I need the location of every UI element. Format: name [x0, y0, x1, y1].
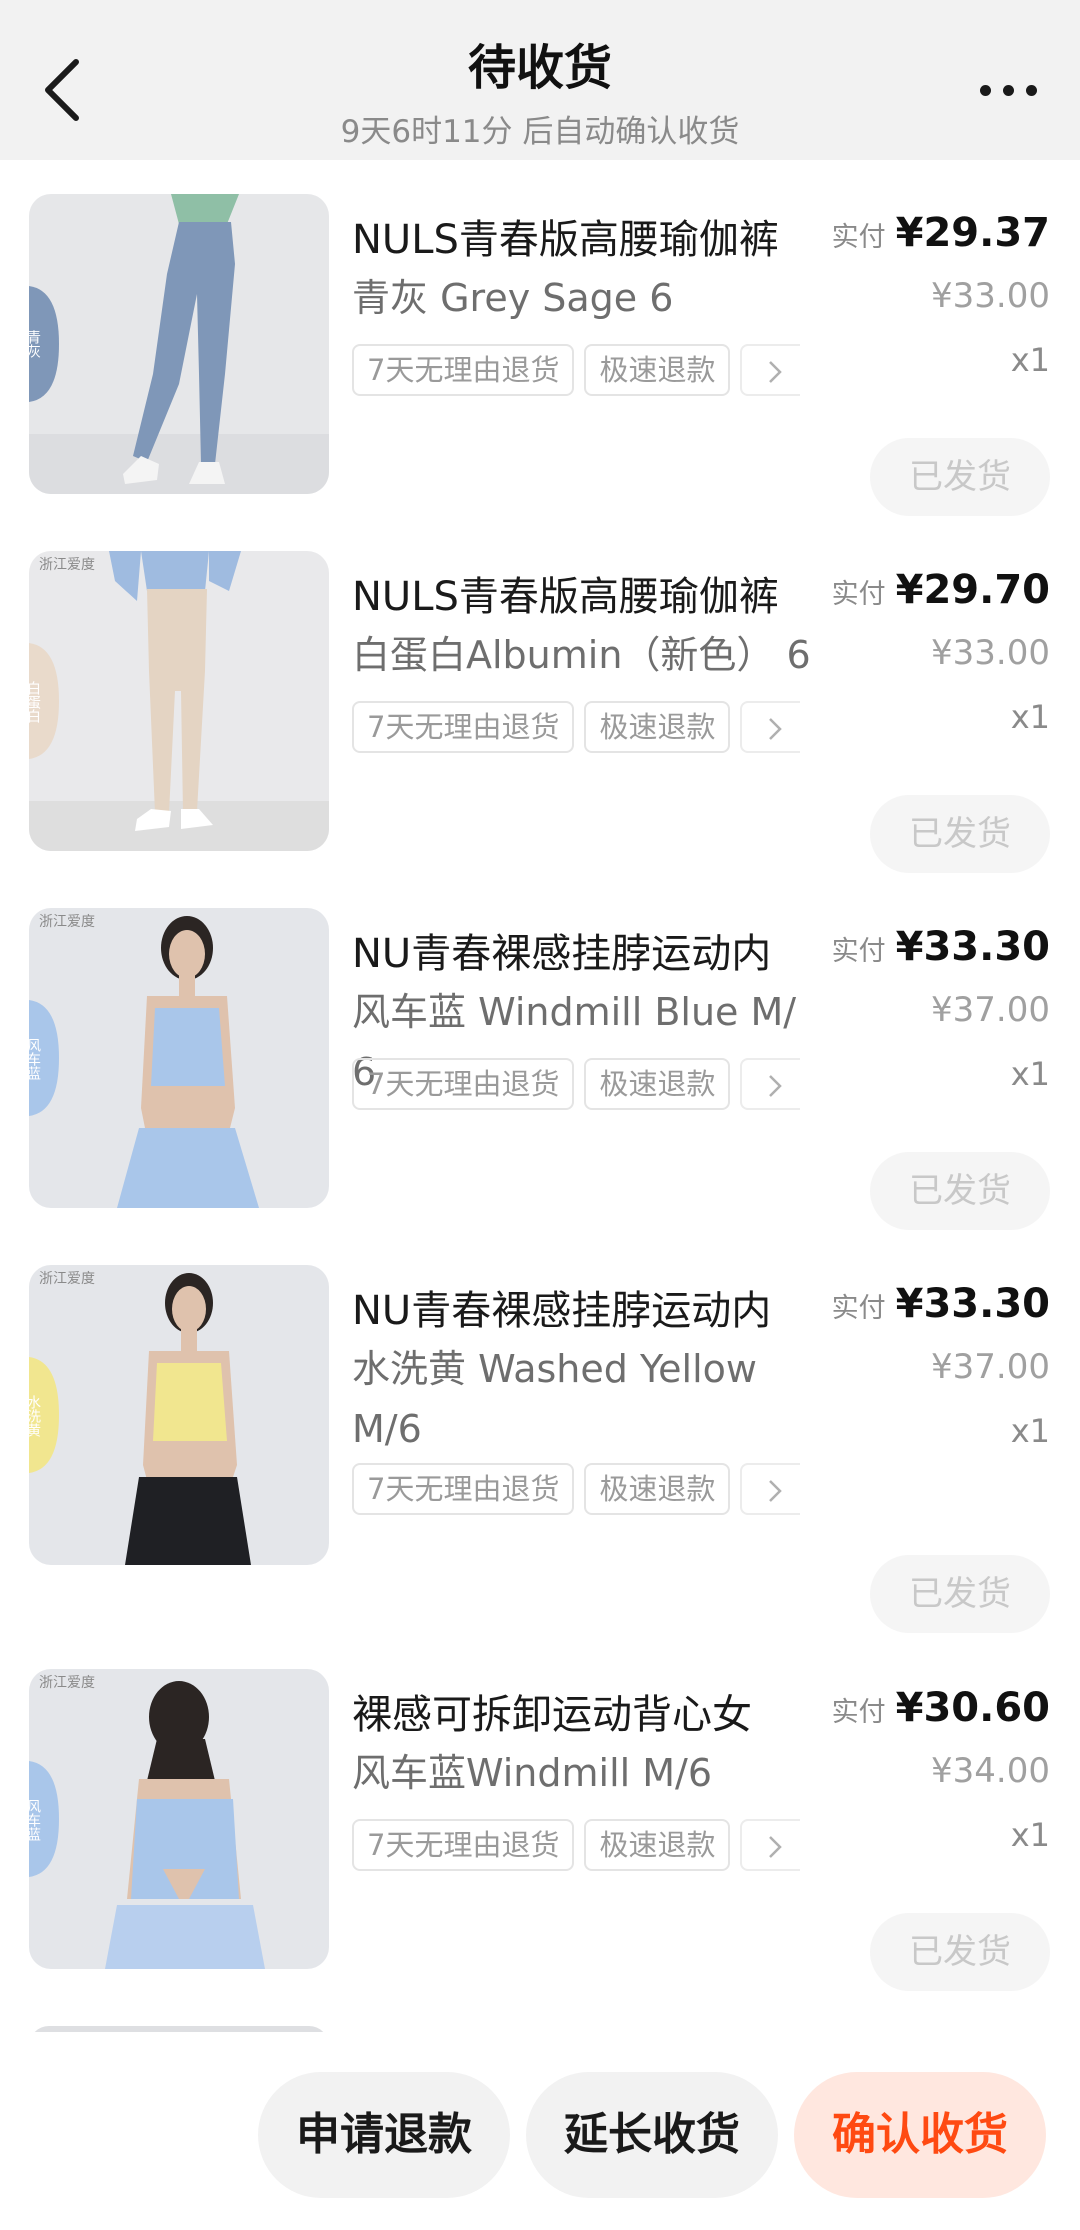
shipped-button[interactable]: 已发货	[870, 795, 1050, 873]
shipped-button[interactable]: 已发货	[870, 1913, 1050, 1991]
quantity: x1	[1010, 698, 1050, 736]
tags-more[interactable]	[740, 1463, 801, 1515]
product-variant: 白蛋白Albumin（新色） 6	[352, 633, 811, 677]
more-dot	[1002, 84, 1014, 96]
paid-price: ¥33.30	[895, 924, 1050, 970]
product-image[interactable]: 浙江爱度 白蛋白	[29, 551, 329, 851]
chevron-right-icon	[769, 1836, 783, 1858]
product-variant: 青灰 Grey Sage 6	[352, 276, 674, 320]
tag-return-policy[interactable]: 7天无理由退货	[352, 1058, 575, 1110]
tag-fast-refund[interactable]: 极速退款	[584, 701, 731, 753]
paid-label: 实付	[831, 1293, 886, 1324]
extend-receipt-button[interactable]: 延长收货	[526, 2072, 778, 2198]
service-tags[interactable]: 7天无理由退货 极速退款	[352, 1819, 814, 1871]
quantity: x1	[1010, 1055, 1050, 1093]
product-image[interactable]: 青灰	[29, 194, 329, 494]
original-price: ¥33.00	[931, 633, 1050, 673]
brand-mark: 浙江爱度	[39, 1675, 95, 1691]
product-image[interactable]: 浙江爱度 风车蓝	[29, 1669, 329, 1969]
shipped-button[interactable]: 已发货	[870, 1152, 1050, 1230]
price-row: 实付 ¥33.30	[832, 1281, 1050, 1341]
chevron-right-icon	[769, 361, 783, 383]
paid-price: ¥29.70	[895, 567, 1050, 613]
original-price: ¥37.00	[931, 1347, 1050, 1387]
product-image[interactable]: 浙江爱度 水洗黄	[29, 1265, 329, 1565]
quantity: x1	[1010, 1816, 1050, 1854]
brand-mark: 浙江爱度	[39, 914, 95, 930]
color-swatch-label: 青灰	[29, 330, 41, 358]
original-price: ¥33.00	[931, 276, 1050, 316]
product-title[interactable]: NULS青春版高腰瑜伽裤	[352, 210, 814, 270]
tag-return-policy[interactable]: 7天无理由退货	[352, 701, 575, 753]
price-row: 实付 ¥29.37	[832, 210, 1050, 270]
price-row: 实付 ¥33.30	[832, 924, 1050, 984]
shipped-button[interactable]: 已发货	[870, 1555, 1050, 1633]
service-tags[interactable]: 7天无理由退货 极速退款	[352, 701, 814, 753]
product-title[interactable]: NU青春裸感挂脖运动内	[352, 1281, 814, 1341]
tags-more[interactable]	[740, 344, 801, 396]
tag-fast-refund[interactable]: 极速退款	[584, 1819, 731, 1871]
service-tags[interactable]: 7天无理由退货 极速退款	[352, 1058, 814, 1110]
product-title[interactable]: NU青春裸感挂脖运动内	[352, 924, 814, 984]
tag-fast-refund[interactable]: 极速退款	[584, 344, 731, 396]
color-swatch-label: 风车蓝	[29, 1038, 41, 1080]
more-button[interactable]	[966, 60, 1050, 120]
service-tags[interactable]: 7天无理由退货 极速退款	[352, 344, 814, 396]
tag-fast-refund[interactable]: 极速退款	[584, 1058, 731, 1110]
service-tags[interactable]: 7天无理由退货 极速退款	[352, 1463, 814, 1515]
paid-price: ¥29.37	[895, 210, 1050, 256]
shipped-button[interactable]: 已发货	[870, 438, 1050, 516]
tags-more[interactable]	[740, 1819, 801, 1871]
product-variant: 水洗黄 Washed Yellow M/6	[352, 1347, 757, 1451]
product-image[interactable]: 浙江爱度 风车蓝	[29, 908, 329, 1208]
paid-price: ¥30.60	[895, 1685, 1050, 1731]
tag-return-policy[interactable]: 7天无理由退货	[352, 344, 575, 396]
color-swatch-label: 风车蓝	[29, 1799, 41, 1841]
chevron-right-icon	[769, 718, 783, 740]
header-bar: 待收货 9天6时11分 后自动确认收货	[0, 0, 1080, 160]
paid-price: ¥33.30	[895, 1281, 1050, 1327]
more-dot	[1025, 84, 1037, 96]
confirm-receipt-button[interactable]: 确认收货	[794, 2072, 1046, 2198]
quantity: x1	[1010, 1412, 1050, 1450]
bottom-action-bar: 申请退款 延长收货 确认收货	[0, 2032, 1080, 2230]
tag-fast-refund[interactable]: 极速退款	[584, 1463, 731, 1515]
paid-label: 实付	[831, 222, 886, 253]
color-swatch-label: 水洗黄	[29, 1395, 41, 1437]
product-title[interactable]: NULS青春版高腰瑜伽裤	[352, 567, 814, 627]
price-row: 实付 ¥30.60	[832, 1685, 1050, 1745]
chevron-right-icon	[769, 1075, 783, 1097]
product-list[interactable]: 青灰 NULS青春版高腰瑜伽裤 青灰 Grey Sage 6 7天无理由退货 极速…	[0, 160, 1080, 2032]
color-swatch-label: 白蛋白	[29, 681, 41, 723]
product-title[interactable]: 裸感可拆卸运动背心女	[352, 1685, 814, 1745]
tag-return-policy[interactable]: 7天无理由退货	[352, 1819, 575, 1871]
paid-label: 实付	[831, 579, 886, 610]
paid-label: 实付	[831, 1697, 886, 1728]
tags-more[interactable]	[740, 701, 801, 753]
more-dots-icon	[979, 84, 991, 96]
auto-confirm-countdown: 9天6时11分 后自动确认收货	[340, 114, 740, 150]
brand-mark: 浙江爱度	[39, 1271, 95, 1287]
brand-mark: 浙江爱度	[39, 557, 95, 573]
original-price: ¥34.00	[931, 1751, 1050, 1791]
tags-more[interactable]	[740, 1058, 801, 1110]
quantity: x1	[1010, 341, 1050, 379]
page-title: 待收货	[467, 40, 612, 96]
chevron-right-icon	[769, 1480, 783, 1502]
tag-return-policy[interactable]: 7天无理由退货	[352, 1463, 575, 1515]
apply-refund-button[interactable]: 申请退款	[258, 2072, 510, 2198]
product-variant: 风车蓝Windmill M/6	[352, 1751, 713, 1795]
price-row: 实付 ¥29.70	[832, 567, 1050, 627]
paid-label: 实付	[831, 936, 886, 967]
original-price: ¥37.00	[931, 990, 1050, 1030]
